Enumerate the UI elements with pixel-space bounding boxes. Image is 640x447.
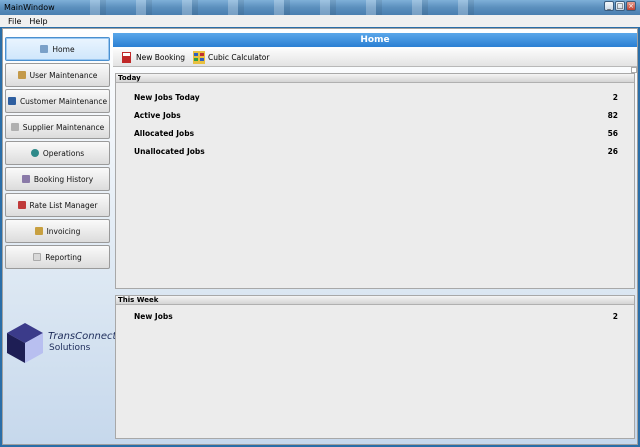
sidebar-item-label: Operations: [42, 148, 85, 158]
logo-text-line1: TransConnect: [48, 331, 117, 342]
cubic-calculator-button[interactable]: Cubic Calculator: [193, 51, 269, 64]
sidebar-item-operations[interactable]: Operations: [5, 141, 110, 165]
list-item: New Jobs Today 2: [134, 93, 618, 102]
taskbar-decoration: [60, 0, 490, 15]
sidebar-item-label: Home: [52, 44, 75, 54]
window-title: MainWindow: [4, 3, 55, 12]
close-button[interactable]: ×: [626, 1, 636, 11]
sidebar-item-reporting[interactable]: Reporting: [5, 245, 110, 269]
report-icon: [33, 253, 42, 261]
sidebar-item-label: Rate List Manager: [29, 200, 98, 210]
sidebar-item-label: User Maintenance: [29, 70, 98, 80]
sidebar-item-label: Invoicing: [46, 226, 81, 236]
history-icon: [21, 175, 30, 183]
row-value: 2: [612, 93, 618, 102]
calculator-icon: [193, 51, 206, 64]
page-title: Home: [113, 33, 637, 47]
cubic-calculator-label: Cubic Calculator: [208, 53, 270, 62]
customer-icon: [7, 97, 16, 105]
app-window: Home User Maintenance Customer Maintenan…: [2, 28, 638, 445]
row-label: Allocated Jobs: [134, 129, 195, 138]
sidebar-item-label: Supplier Maintenance: [22, 122, 105, 132]
row-label: Active Jobs: [134, 111, 181, 120]
week-panel: This Week New Jobs 2: [115, 295, 635, 439]
row-label: New Jobs: [134, 312, 173, 321]
row-value: 82: [607, 111, 618, 120]
invoice-icon: [34, 227, 43, 235]
supplier-icon: [10, 123, 19, 131]
title-bar: MainWindow _ □ ×: [0, 0, 640, 15]
sidebar-item-label: Reporting: [45, 252, 82, 262]
new-booking-button[interactable]: New Booking: [121, 51, 185, 64]
new-booking-icon: [122, 52, 131, 63]
sidebar-item-invoicing[interactable]: Invoicing: [5, 219, 110, 243]
menu-bar: File Help: [0, 15, 640, 27]
list-item: Allocated Jobs 56: [134, 129, 618, 138]
toolbar: New Booking Cubic Calculator: [113, 49, 637, 67]
minimize-button[interactable]: _: [604, 1, 614, 11]
row-label: Unallocated Jobs: [134, 147, 205, 156]
rate-list-icon: [17, 201, 26, 209]
company-logo: TransConnect Solutions: [5, 319, 117, 365]
sidebar: Home User Maintenance Customer Maintenan…: [5, 37, 110, 271]
today-panel: Today New Jobs Today 2 Active Jobs 82 Al…: [115, 73, 635, 289]
sidebar-item-supplier-maintenance[interactable]: Supplier Maintenance: [5, 115, 110, 139]
new-booking-label: New Booking: [136, 53, 186, 62]
logo-text-line2: Solutions: [49, 343, 91, 353]
sidebar-item-label: Customer Maintenance: [19, 96, 108, 106]
home-icon: [40, 45, 49, 53]
list-item: New Jobs 2: [134, 312, 618, 321]
menu-help[interactable]: Help: [29, 17, 47, 26]
sidebar-item-rate-list-manager[interactable]: Rate List Manager: [5, 193, 110, 217]
list-item: Unallocated Jobs 26: [134, 147, 618, 156]
maximize-button[interactable]: □: [615, 1, 625, 11]
row-label: New Jobs Today: [134, 93, 200, 102]
sidebar-item-label: Booking History: [33, 174, 94, 184]
main-content: Home New Booking Cubic Calculator Today …: [113, 33, 637, 442]
today-panel-title: Today: [116, 74, 634, 83]
sidebar-item-home[interactable]: Home: [5, 37, 110, 61]
sidebar-item-user-maintenance[interactable]: User Maintenance: [5, 63, 110, 87]
window-controls: _ □ ×: [604, 1, 636, 11]
row-value: 26: [607, 147, 618, 156]
cube-logo-icon: [7, 323, 43, 363]
list-item: Active Jobs 82: [134, 111, 618, 120]
users-icon: [17, 71, 26, 79]
sidebar-item-customer-maintenance[interactable]: Customer Maintenance: [5, 89, 110, 113]
week-panel-title: This Week: [116, 296, 634, 305]
sidebar-item-booking-history[interactable]: Booking History: [5, 167, 110, 191]
row-value: 2: [612, 312, 618, 321]
row-value: 56: [607, 129, 618, 138]
globe-icon: [30, 149, 39, 157]
menu-file[interactable]: File: [8, 17, 21, 26]
